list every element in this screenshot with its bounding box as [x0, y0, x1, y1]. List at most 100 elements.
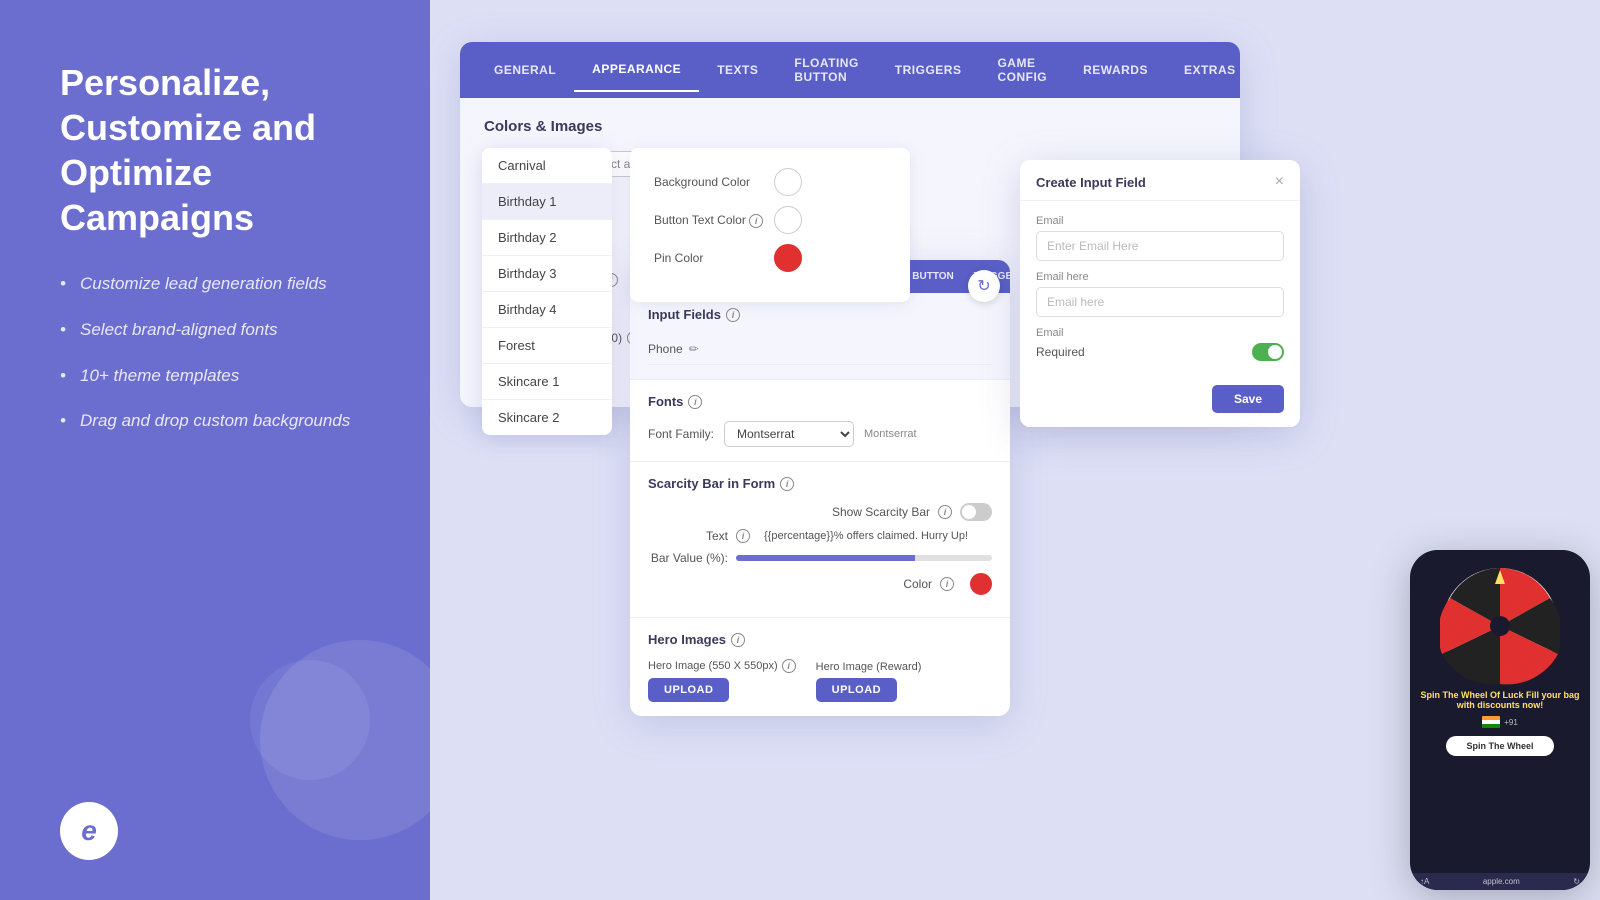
hero-reward-section: Hero Image (Reward) UPLOAD — [816, 661, 922, 702]
right-panel: GENERAL APPEARANCE TEXTS FLOATING BUTTON… — [430, 0, 1600, 900]
modal-field-label: Email — [1036, 215, 1284, 227]
fonts-info-icon[interactable]: i — [688, 395, 702, 409]
refresh-icon[interactable]: ↻ — [968, 270, 1000, 302]
btn-text-color-row: Button Text Color i — [654, 206, 886, 234]
modal-type-label: Email — [1036, 327, 1284, 339]
bg-color-row: Background Color — [654, 168, 886, 196]
phone-bar-domain: apple.com — [1483, 877, 1520, 886]
hero-reward-upload-btn[interactable]: UPLOAD — [816, 678, 897, 702]
toggle-knob — [962, 505, 976, 519]
modal-header: Create Input Field × — [1020, 160, 1300, 201]
required-toggle[interactable] — [1252, 343, 1284, 361]
india-flag-icon — [1482, 716, 1500, 728]
appearance-window: GENERAL APPEARANCE TEXTS FLOATING BUTTON… — [630, 260, 1010, 716]
section-title: Colors & Images — [484, 118, 1216, 135]
scarcity-show-info[interactable]: i — [938, 505, 952, 519]
pin-color-swatch[interactable] — [774, 244, 802, 272]
input-fields-section: Input Fields i Phone ✏ — [630, 293, 1010, 379]
scarcity-bar-label: Bar Value (%): — [648, 551, 728, 565]
decorative-blob2 — [250, 660, 370, 780]
left-panel: Personalize, Customize and Optimize Camp… — [0, 0, 430, 900]
theme-option-birthday1[interactable]: Birthday 1 — [482, 184, 612, 220]
hero-header: Hero Images i — [648, 632, 992, 647]
scarcity-color-row: Color i — [648, 573, 992, 595]
btn-text-color-info-icon[interactable]: i — [749, 214, 763, 228]
bullet-item-2: Select brand-aligned fonts — [60, 318, 380, 342]
input-fields-header: Input Fields i — [648, 307, 992, 322]
tab-texts[interactable]: TEXTS — [699, 49, 776, 91]
hero-image-info[interactable]: i — [782, 659, 796, 673]
scarcity-info-icon[interactable]: i — [780, 477, 794, 491]
required-label: Required — [1036, 345, 1085, 359]
font-family-label: Font Family: — [648, 427, 714, 441]
phone-mockup: Spin The Wheel Of Luck Fill your bag wit… — [1410, 550, 1590, 890]
spin-wheel-svg — [1440, 566, 1560, 686]
scarcity-show-label: Show Scarcity Bar — [832, 505, 930, 519]
create-input-modal: Create Input Field × Email Email here Em… — [1020, 160, 1300, 427]
field-edit-icon[interactable]: ✏ — [689, 342, 699, 356]
scarcity-text-row: Text i {{percentage}}% offers claimed. H… — [648, 529, 992, 543]
bg-color-swatch[interactable] — [774, 168, 802, 196]
hero-reward-label: Hero Image (Reward) — [816, 661, 922, 673]
font-family-row: Font Family: Montserrat Montserrat — [648, 421, 992, 447]
modal-footer: Save — [1020, 375, 1300, 427]
bg-color-label: Background Color — [654, 175, 764, 189]
pin-color-label: Pin Color — [654, 251, 764, 265]
modal-close-btn[interactable]: × — [1275, 174, 1284, 190]
scarcity-color-swatch[interactable] — [970, 573, 992, 595]
required-row: Required — [1036, 343, 1284, 361]
required-toggle-knob — [1268, 345, 1282, 359]
btn-text-color-swatch[interactable] — [774, 206, 802, 234]
phone-bar-icon[interactable]: ↻ — [1573, 877, 1580, 886]
phone-browser-bar: ↑A apple.com ↻ — [1410, 873, 1590, 890]
logo-icon: e — [60, 802, 118, 860]
tab-floating-button[interactable]: FLOATING BUTTON — [776, 42, 876, 98]
phone-screen: Spin The Wheel Of Luck Fill your bag wit… — [1410, 550, 1590, 890]
theme-dropdown: Carnival Birthday 1 Birthday 2 Birthday … — [482, 148, 612, 435]
theme-option-skincare1[interactable]: Skincare 1 — [482, 364, 612, 400]
modal-field-input[interactable] — [1036, 231, 1284, 261]
phone-country: +91 — [1504, 718, 1518, 727]
hero-image-section: Hero Image (550 X 550px) i UPLOAD — [648, 659, 796, 702]
progress-fill — [736, 555, 915, 561]
font-value-display: Montserrat — [864, 428, 917, 440]
hero-image-upload-btn[interactable]: UPLOAD — [648, 678, 729, 702]
tab-triggers[interactable]: TRIGGERS — [877, 49, 980, 91]
scarcity-header: Scarcity Bar in Form i — [648, 476, 992, 491]
tab-extras[interactable]: EXTRAS — [1166, 49, 1240, 91]
tab-general[interactable]: GENERAL — [476, 49, 574, 91]
theme-option-birthday4[interactable]: Birthday 4 — [482, 292, 612, 328]
bullet-list: Customize lead generation fields Select … — [60, 272, 380, 433]
hero-info-icon[interactable]: i — [731, 633, 745, 647]
btn-text-color-label: Button Text Color i — [654, 213, 764, 228]
pin-color-row: Pin Color — [654, 244, 886, 272]
phone-spin-title: Spin The Wheel Of Luck Fill your bag wit… — [1410, 686, 1590, 714]
phone-flag-row: +91 — [1410, 714, 1590, 730]
scarcity-progress-bar[interactable] — [736, 555, 992, 561]
tab-game-config[interactable]: GAME CONFIG — [979, 42, 1065, 98]
theme-option-carnival[interactable]: Carnival — [482, 148, 612, 184]
modal-placeholder-input[interactable] — [1036, 287, 1284, 317]
hero-section: Hero Images i Hero Image (550 X 550px) i… — [630, 617, 1010, 716]
theme-option-birthday3[interactable]: Birthday 3 — [482, 256, 612, 292]
tab-appearance[interactable]: APPEARANCE — [574, 48, 699, 92]
scarcity-text-info[interactable]: i — [736, 529, 750, 543]
font-select[interactable]: Montserrat — [724, 421, 854, 447]
spin-wheel-btn[interactable]: Spin The Wheel — [1446, 736, 1553, 756]
headline: Personalize, Customize and Optimize Camp… — [60, 60, 380, 240]
phone-bar-left: ↑A — [1420, 877, 1429, 886]
modal-save-btn[interactable]: Save — [1212, 385, 1284, 413]
tab-rewards[interactable]: REWARDS — [1065, 49, 1166, 91]
modal-title: Create Input Field — [1036, 175, 1146, 190]
theme-option-birthday2[interactable]: Birthday 2 — [482, 220, 612, 256]
input-fields-info-icon[interactable]: i — [726, 308, 740, 322]
hero-image-label: Hero Image (550 X 550px) i — [648, 659, 796, 673]
scarcity-toggle[interactable] — [960, 503, 992, 521]
scarcity-color-info[interactable]: i — [940, 577, 954, 591]
theme-option-forest[interactable]: Forest — [482, 328, 612, 364]
scarcity-text-label: Text — [648, 529, 728, 543]
field-name-phone: Phone ✏ — [648, 342, 699, 356]
theme-option-skincare2[interactable]: Skincare 2 — [482, 400, 612, 435]
modal-body: Email Email here Email Required — [1020, 201, 1300, 375]
bullet-item-3: 10+ theme templates — [60, 364, 380, 388]
